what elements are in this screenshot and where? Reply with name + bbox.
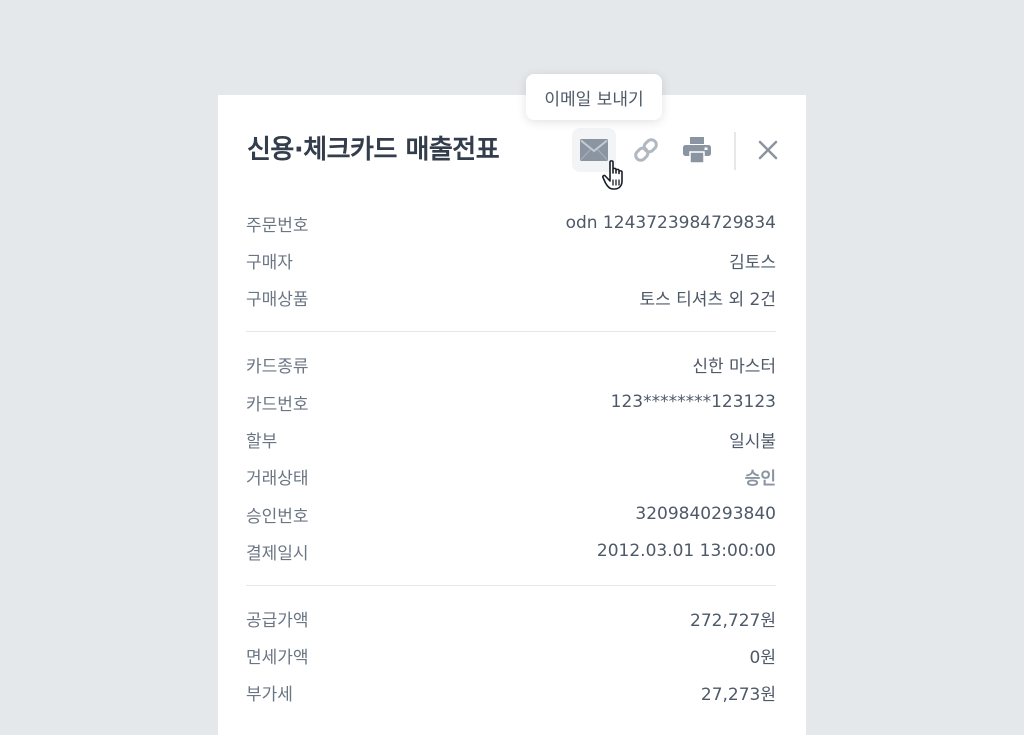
row-value: 0원 <box>749 647 776 668</box>
row-vat: 부가세 27,273원 <box>246 679 776 705</box>
row-label: 할부 <box>246 431 278 452</box>
printer-icon <box>683 137 711 163</box>
row-label: 카드종류 <box>246 356 309 377</box>
row-value: 123********123123 <box>610 392 776 412</box>
send-email-tooltip: 이메일 보내기 <box>526 74 662 120</box>
print-button[interactable] <box>675 128 719 172</box>
row-buyer: 구매자 김토스 <box>246 247 776 273</box>
row-label: 주문번호 <box>246 215 309 236</box>
row-value: 272,727원 <box>690 610 776 631</box>
row-product: 구매상품 토스 티셔츠 외 2건 <box>246 284 776 310</box>
hand-cursor-icon <box>602 160 632 196</box>
link-icon <box>632 136 660 164</box>
row-order-number: 주문번호 odn 1243723984729834 <box>246 210 776 236</box>
row-approval-number: 승인번호 3209840293840 <box>246 501 776 527</box>
row-value: 신한 마스터 <box>692 356 776 377</box>
row-value: 토스 티셔츠 외 2건 <box>639 289 776 310</box>
row-label: 결제일시 <box>246 543 309 564</box>
status-badge: 승인 <box>744 468 776 489</box>
row-label: 면세가액 <box>246 647 309 668</box>
row-value: 3209840293840 <box>635 504 776 524</box>
section-divider <box>246 585 776 586</box>
row-label: 승인번호 <box>246 506 309 527</box>
row-tax-exempt-amount: 면세가액 0원 <box>246 642 776 668</box>
mail-icon <box>580 139 608 161</box>
row-card-number: 카드번호 123********123123 <box>246 389 776 415</box>
row-label: 구매자 <box>246 252 293 273</box>
row-installment: 할부 일시불 <box>246 426 776 452</box>
row-label: 부가세 <box>246 684 293 705</box>
receipt-card: 신용·체크카드 매출전표 주문번호 odn 1243723984729834 구… <box>218 95 806 735</box>
receipt-title: 신용·체크카드 매출전표 <box>247 135 500 165</box>
row-label: 구매상품 <box>246 289 309 310</box>
row-label: 공급가액 <box>246 610 309 631</box>
close-icon <box>757 139 779 161</box>
toolbar-divider <box>734 132 736 170</box>
row-value: 2012.03.01 13:00:00 <box>596 541 776 561</box>
row-payment-datetime: 결제일시 2012.03.01 13:00:00 <box>246 538 776 564</box>
row-value: 27,273원 <box>700 684 776 705</box>
row-label: 거래상태 <box>246 468 309 489</box>
row-card-type: 카드종류 신한 마스터 <box>246 351 776 377</box>
row-supply-amount: 공급가액 272,727원 <box>246 605 776 631</box>
row-value: odn 1243723984729834 <box>565 213 776 233</box>
row-label: 카드번호 <box>246 394 309 415</box>
row-transaction-status: 거래상태 승인 <box>246 463 776 489</box>
row-value: 김토스 <box>729 252 776 273</box>
row-value: 일시불 <box>729 431 776 452</box>
section-divider <box>246 331 776 332</box>
close-button[interactable] <box>746 128 790 172</box>
